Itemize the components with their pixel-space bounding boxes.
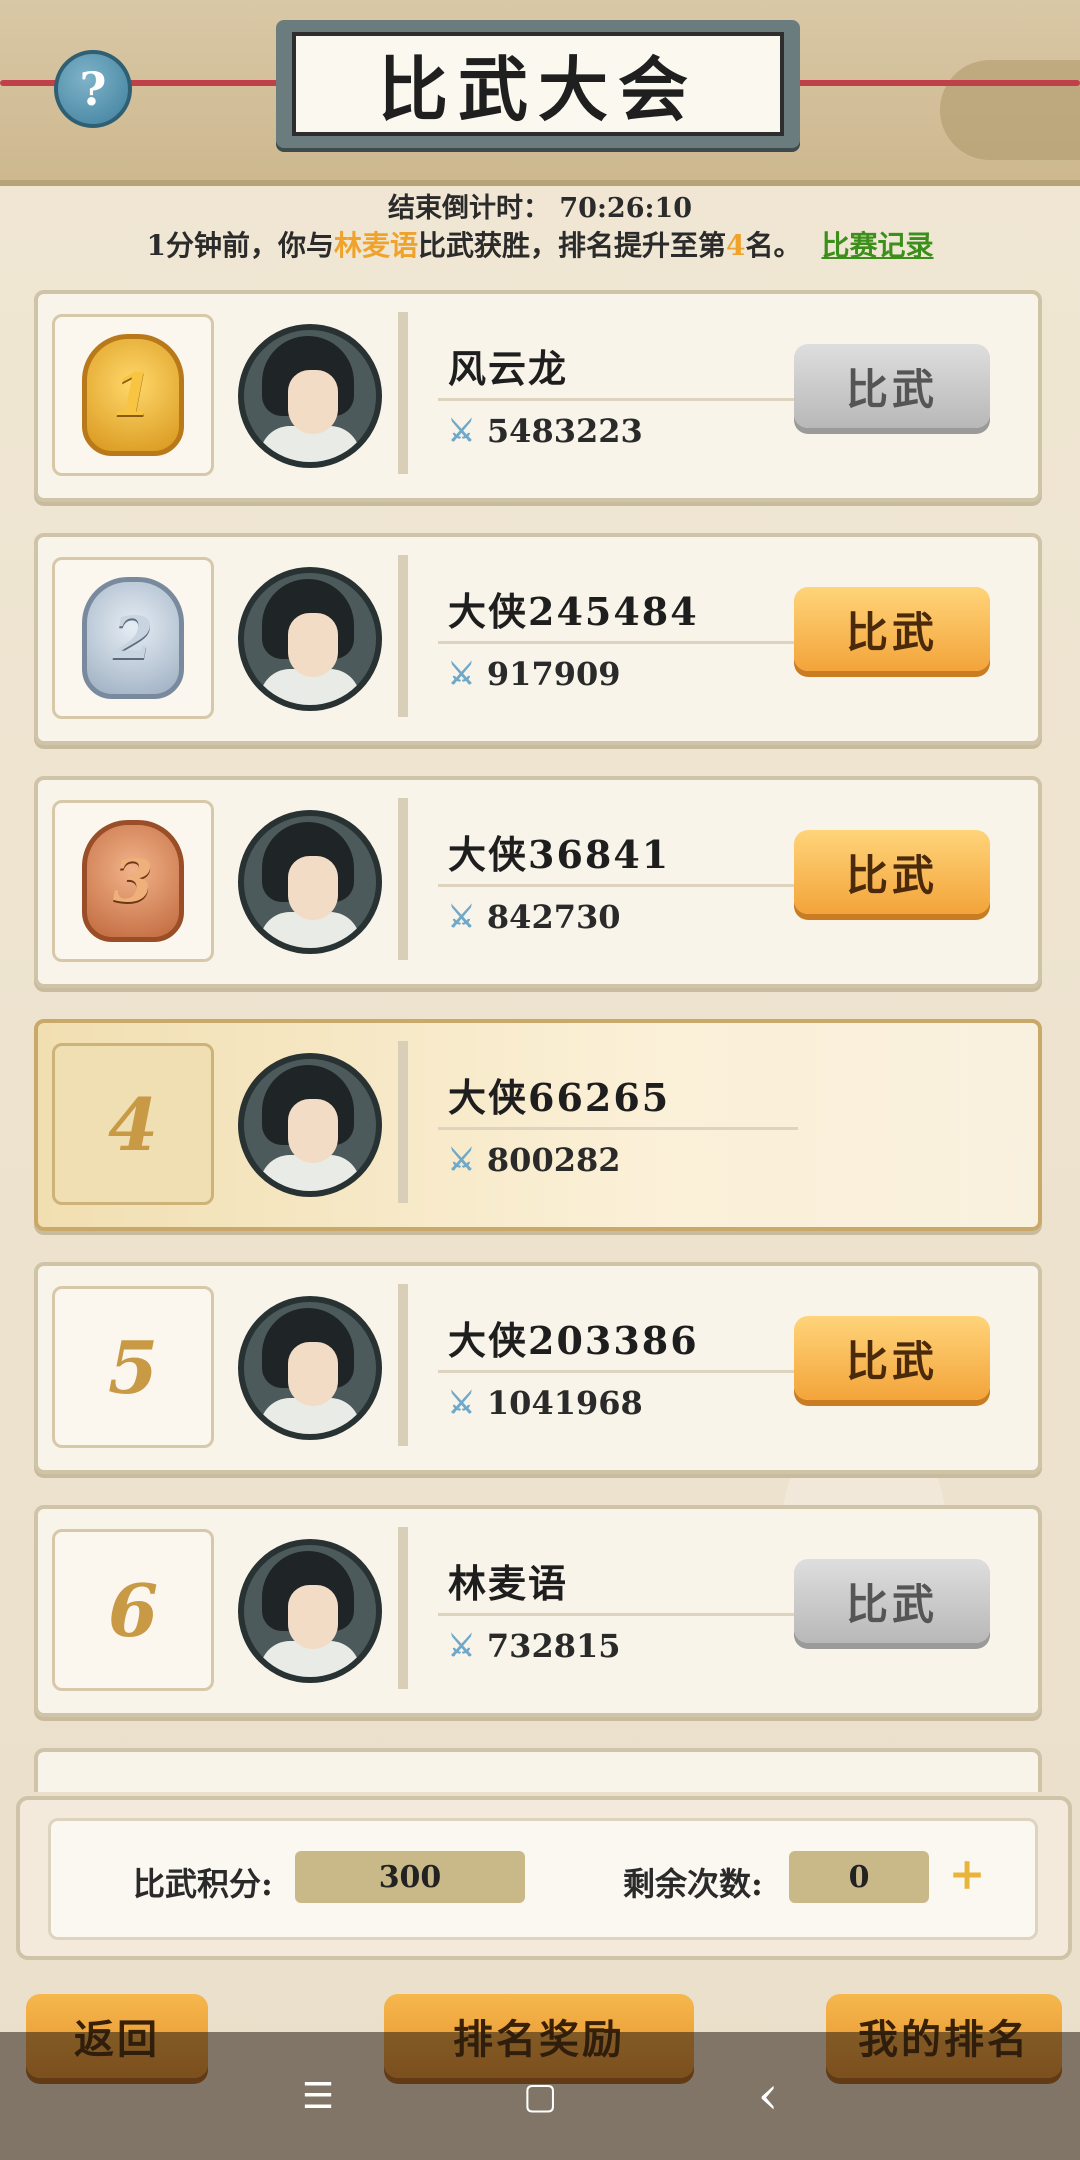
plus-icon[interactable]: + (947, 1853, 987, 1897)
title-plate: 比武大会 (276, 20, 800, 148)
challenge-button[interactable]: 比武 (794, 1316, 990, 1400)
rope-right (780, 80, 1080, 86)
power-value: 842730 (486, 898, 621, 936)
back-arrow-icon[interactable]: ‹ (748, 2066, 788, 2126)
news-suffix: 名。 (745, 229, 802, 262)
power: ⚔ 800282 (448, 1141, 621, 1179)
countdown-label: 结束倒计时： (387, 193, 550, 224)
rank-row-self: 4 大侠66265 ⚔ 800282 (34, 1019, 1042, 1231)
remaining-value: 0 (789, 1851, 929, 1903)
rank-number: 6 (107, 1567, 159, 1653)
power-value: 917909 (486, 655, 621, 693)
challenge-button[interactable]: 比武 (794, 344, 990, 428)
power-value: 800282 (486, 1141, 621, 1179)
question-icon: ? (79, 62, 107, 116)
bronze-medal-icon: 3 (82, 820, 184, 942)
match-records-link[interactable]: 比赛记录 (822, 229, 934, 262)
player-name: 大侠66265 (448, 1075, 671, 1120)
player-name: 大侠203386 (448, 1318, 699, 1363)
stats-inner: 比武积分: 300 剩余次数: 0 + (48, 1818, 1038, 1940)
power: ⚔ 1041968 (448, 1384, 643, 1422)
avatar (238, 1053, 382, 1197)
power: ⚔ 842730 (448, 898, 621, 936)
page-title: 比武大会 (292, 32, 784, 136)
player-info: 大侠66265 ⚔ 800282 (398, 1041, 1048, 1203)
stats-panel: 比武积分: 300 剩余次数: 0 + (16, 1796, 1072, 1960)
avatar (238, 324, 382, 468)
rank-number: 4 (107, 1081, 159, 1167)
silver-medal-icon: 2 (82, 577, 184, 699)
avatar (238, 567, 382, 711)
rope-left (0, 80, 300, 86)
avatar (238, 1539, 382, 1683)
player-name: 林麦语 (448, 1561, 569, 1606)
remaining-label: 剩余次数: (623, 1865, 763, 1903)
power-value: 732815 (486, 1627, 621, 1665)
rank-badge: 5 (52, 1286, 214, 1448)
power: ⚔ 917909 (448, 655, 621, 693)
avatar (238, 810, 382, 954)
rank-badge: 1 (52, 314, 214, 476)
points-label: 比武积分: (133, 1865, 273, 1903)
rank-row-partial (34, 1748, 1042, 1792)
news-line: 1分钟前，你与林麦语比武获胜，排名提升至第4名。 比赛记录 (0, 224, 1080, 264)
challenge-button[interactable]: 比武 (794, 587, 990, 671)
rank-badge: 6 (52, 1529, 214, 1691)
crossed-swords-icon: ⚔ (448, 413, 475, 449)
crossed-swords-icon: ⚔ (448, 1628, 475, 1664)
menu-icon[interactable]: ☰ (298, 2076, 338, 2117)
crossed-swords-icon: ⚔ (448, 1385, 475, 1421)
crossed-swords-icon: ⚔ (448, 1142, 475, 1178)
crossed-swords-icon: ⚔ (448, 899, 475, 935)
rank-badge: 4 (52, 1043, 214, 1205)
news-rank: 4 (726, 229, 746, 262)
countdown-value: 70:26:10 (559, 193, 693, 224)
rank-number: 5 (107, 1324, 159, 1410)
rank-row: 3 大侠36841 ⚔ 842730 比武 (34, 776, 1042, 988)
rank-badge: 2 (52, 557, 214, 719)
news-prefix: 1分钟前，你与 (146, 229, 334, 262)
rank-badge: 3 (52, 800, 214, 962)
player-name: 大侠36841 (448, 832, 671, 877)
power-value: 5483223 (486, 412, 643, 450)
help-button[interactable]: ? (54, 50, 132, 128)
player-name: 风云龙 (448, 346, 569, 391)
avatar (238, 1296, 382, 1440)
player-name: 大侠245484 (448, 589, 699, 634)
rank-row: 6 林麦语 ⚔ 732815 比武 (34, 1505, 1042, 1717)
power-value: 1041968 (486, 1384, 643, 1422)
rank-row: 5 大侠203386 ⚔ 1041968 比武 (34, 1262, 1042, 1474)
gold-medal-icon: 1 (82, 334, 184, 456)
power: ⚔ 732815 (448, 1627, 621, 1665)
crossed-swords-icon: ⚔ (448, 656, 475, 692)
news-middle: 比武获胜，排名提升至第 (417, 229, 726, 262)
rank-row: 2 大侠245484 ⚔ 917909 比武 (34, 533, 1042, 745)
news-opponent-name: 林麦语 (333, 229, 418, 262)
challenge-button[interactable]: 比武 (794, 830, 990, 914)
rank-row: 1 风云龙 ⚔ 5483223 比武 (34, 290, 1042, 502)
home-icon[interactable]: ▢ (520, 2076, 560, 2117)
challenge-button[interactable]: 比武 (794, 1559, 990, 1643)
countdown: 结束倒计时： 70:26:10 (0, 186, 1080, 225)
power: ⚔ 5483223 (448, 412, 643, 450)
system-nav-bar: ☰ ▢ ‹ (0, 2032, 1080, 2160)
points-value: 300 (295, 1851, 525, 1903)
